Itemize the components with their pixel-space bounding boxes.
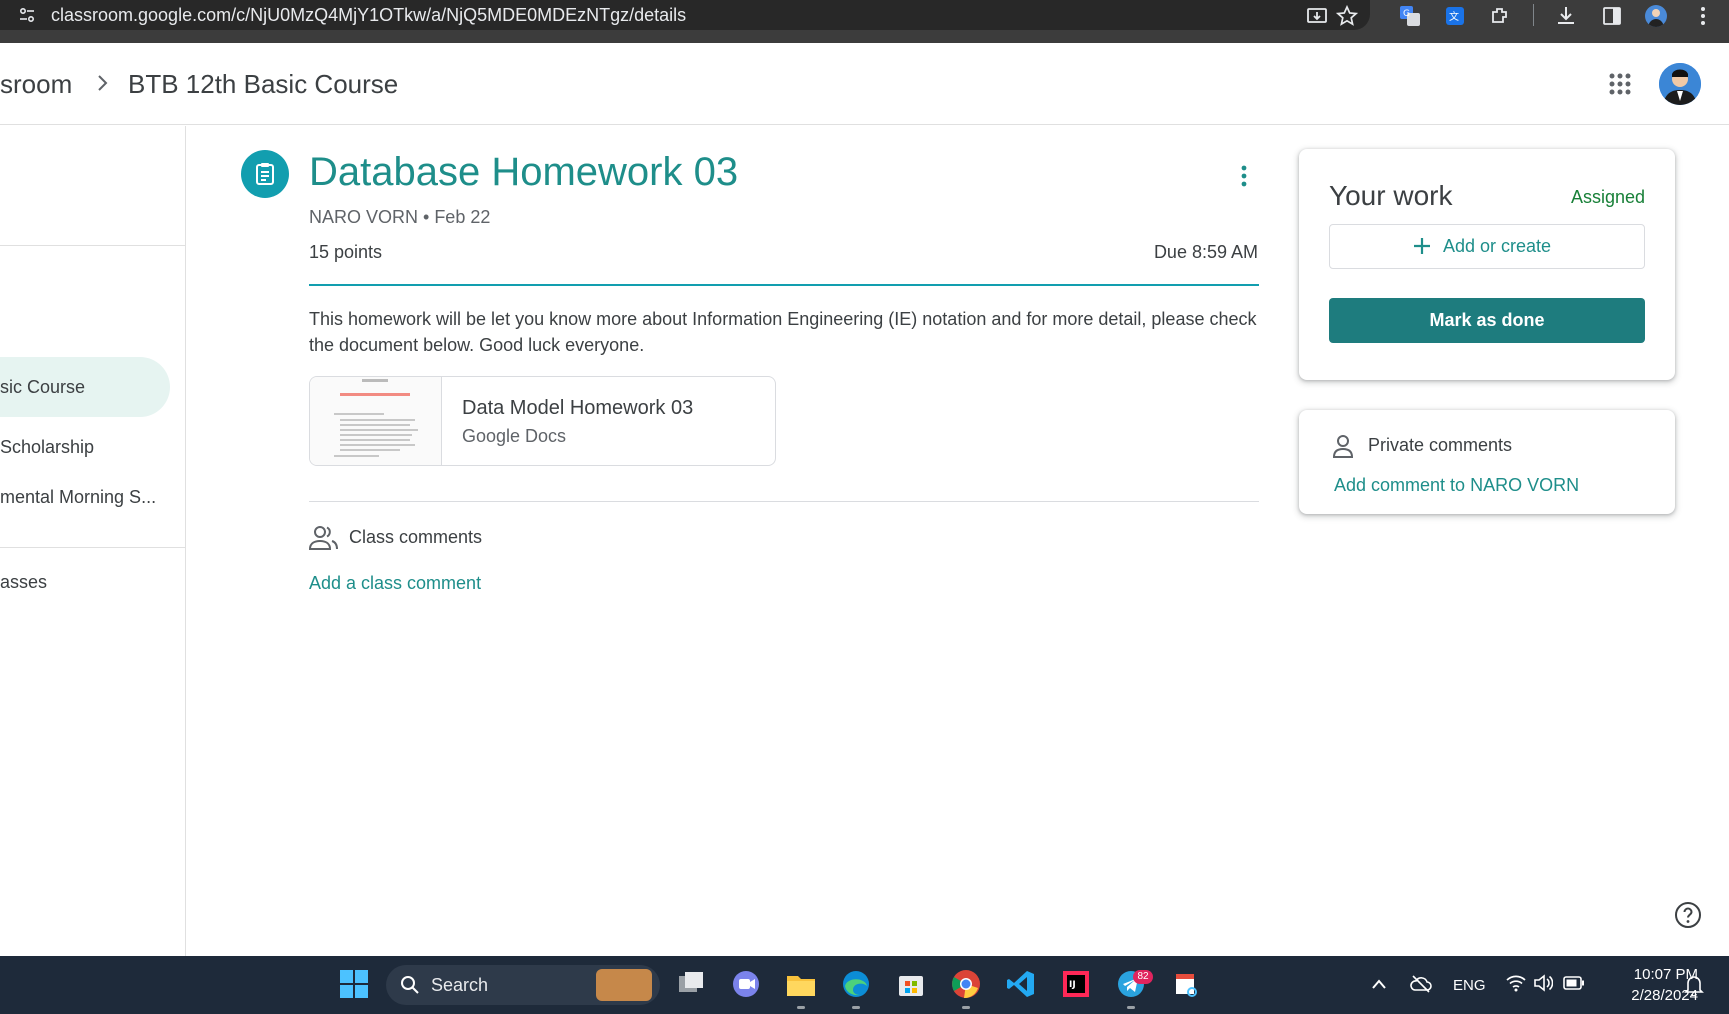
address-bar[interactable]: classroom.google.com/c/NjU0MzQ4MjY1OTkw/… xyxy=(0,0,1370,30)
sidebar-item-course[interactable]: sic Course xyxy=(0,377,85,398)
private-comments-card: Private comments Add comment to NARO VOR… xyxy=(1299,410,1675,514)
sidebar-divider xyxy=(0,547,185,548)
site-info-icon[interactable] xyxy=(18,6,36,24)
toolbar-divider xyxy=(1533,4,1534,26)
browser-toolbar: classroom.google.com/c/NjU0MzQ4MjY1OTkw/… xyxy=(0,0,1729,43)
edge-browser-icon[interactable] xyxy=(840,968,872,1000)
google-translate-icon[interactable]: G xyxy=(1399,5,1421,27)
sidebar: sic Course Scholarship mental Morning S.… xyxy=(0,126,186,956)
vscode-icon[interactable] xyxy=(1005,968,1037,1000)
svg-text:文: 文 xyxy=(1449,10,1459,23)
assignment-points: 15 points xyxy=(309,242,383,262)
add-private-comment-link[interactable]: Add comment to NARO VORN xyxy=(1334,475,1579,496)
wifi-icon[interactable] xyxy=(1506,974,1526,992)
add-or-create-button[interactable]: Add or create xyxy=(1329,224,1645,269)
notification-bell-icon[interactable] xyxy=(1684,974,1704,996)
language-indicator[interactable]: ENG xyxy=(1453,977,1486,994)
sidebar-item-scholarship[interactable]: Scholarship xyxy=(0,437,94,458)
downloads-icon[interactable] xyxy=(1555,5,1577,27)
add-or-create-label: Add or create xyxy=(1443,236,1552,256)
taskbar-search[interactable]: Search xyxy=(386,965,660,1005)
attachment-title[interactable]: Data Model Homework 03 xyxy=(462,397,693,420)
your-work-title: Your work xyxy=(1329,180,1453,211)
add-class-comment-link[interactable]: Add a class comment xyxy=(309,573,481,594)
attachment-type: Google Docs xyxy=(462,426,567,446)
microsoft-store-icon[interactable] xyxy=(895,968,927,1000)
browser-menu-icon[interactable] xyxy=(1692,5,1714,27)
more-options-icon[interactable] xyxy=(1240,164,1248,188)
class-comments-label: Class comments xyxy=(349,527,483,547)
status-badge: Assigned xyxy=(1570,187,1645,207)
assignment-author-date: NARO VORN • Feb 22 xyxy=(309,207,491,227)
install-app-icon[interactable] xyxy=(1306,5,1328,27)
mark-as-done-button[interactable]: Mark as done xyxy=(1329,298,1645,343)
cloud-off-icon[interactable] xyxy=(1410,974,1432,994)
search-highlight-image xyxy=(596,969,652,1001)
intellij-icon[interactable]: IJ xyxy=(1060,968,1092,1000)
people-icon xyxy=(309,526,338,550)
side-panel-icon[interactable] xyxy=(1601,5,1623,27)
plus-icon xyxy=(1414,238,1430,254)
sidebar-divider xyxy=(0,245,185,246)
search-label: Search xyxy=(431,975,489,995)
volume-icon[interactable] xyxy=(1533,974,1553,992)
sidebar-item-archived-classes[interactable]: asses xyxy=(0,572,47,593)
chevron-up-icon[interactable] xyxy=(1371,978,1387,990)
windows-start-icon[interactable] xyxy=(338,968,370,1000)
title-divider xyxy=(309,284,1259,286)
running-indicator xyxy=(852,1006,860,1009)
windows-taskbar: Search IJ 82 ENG 10:07 PM 2/28/2024 xyxy=(0,956,1729,1014)
classroom-header: sroom BTB 12th Basic Course xyxy=(0,43,1729,125)
sidebar-item-morning[interactable]: mental Morning S... xyxy=(0,487,156,508)
private-comments-label: Private comments xyxy=(1368,435,1513,455)
assignment-title: Database Homework 03 xyxy=(309,150,739,194)
task-view-icon[interactable] xyxy=(675,968,707,1000)
comments-divider xyxy=(309,501,1259,502)
account-avatar[interactable] xyxy=(1659,63,1701,105)
bookmark-star-icon[interactable] xyxy=(1335,4,1359,27)
search-icon xyxy=(401,976,419,994)
person-icon xyxy=(1332,435,1354,458)
battery-icon[interactable] xyxy=(1563,976,1585,990)
your-work-card: Your work Assigned Add or create Mark as… xyxy=(1299,149,1675,380)
google-apps-icon[interactable] xyxy=(1608,72,1632,96)
breadcrumb-classroom[interactable]: sroom xyxy=(0,69,72,100)
telegram-badge: 82 xyxy=(1133,970,1153,984)
teams-chat-icon[interactable] xyxy=(730,968,762,1000)
translate-extension-icon[interactable]: 文 xyxy=(1444,5,1466,27)
chrome-icon[interactable] xyxy=(950,968,982,1000)
assignment-icon xyxy=(241,150,289,198)
breadcrumb-course[interactable]: BTB 12th Basic Course xyxy=(128,69,398,100)
document-thumbnail xyxy=(310,377,442,465)
snipping-tool-icon[interactable] xyxy=(1170,968,1202,1000)
profile-avatar-icon[interactable] xyxy=(1645,5,1667,27)
assignment-due: Due 8:59 AM xyxy=(1153,242,1258,262)
svg-text:G: G xyxy=(1403,9,1410,19)
running-indicator xyxy=(797,1006,805,1009)
running-indicator xyxy=(962,1006,970,1009)
extensions-icon[interactable] xyxy=(1489,5,1511,27)
file-explorer-icon[interactable] xyxy=(785,968,817,1000)
running-indicator xyxy=(1127,1006,1135,1009)
attachment-card[interactable]: Data Model Homework 03 Google Docs xyxy=(309,376,776,466)
svg-text:IJ: IJ xyxy=(1069,980,1076,990)
chevron-right-icon xyxy=(98,75,108,91)
url-text[interactable]: classroom.google.com/c/NjU0MzQ4MjY1OTkw/… xyxy=(51,5,686,26)
help-icon[interactable] xyxy=(1674,901,1702,929)
assignment-description: This homework will be let you know more … xyxy=(309,309,1257,355)
